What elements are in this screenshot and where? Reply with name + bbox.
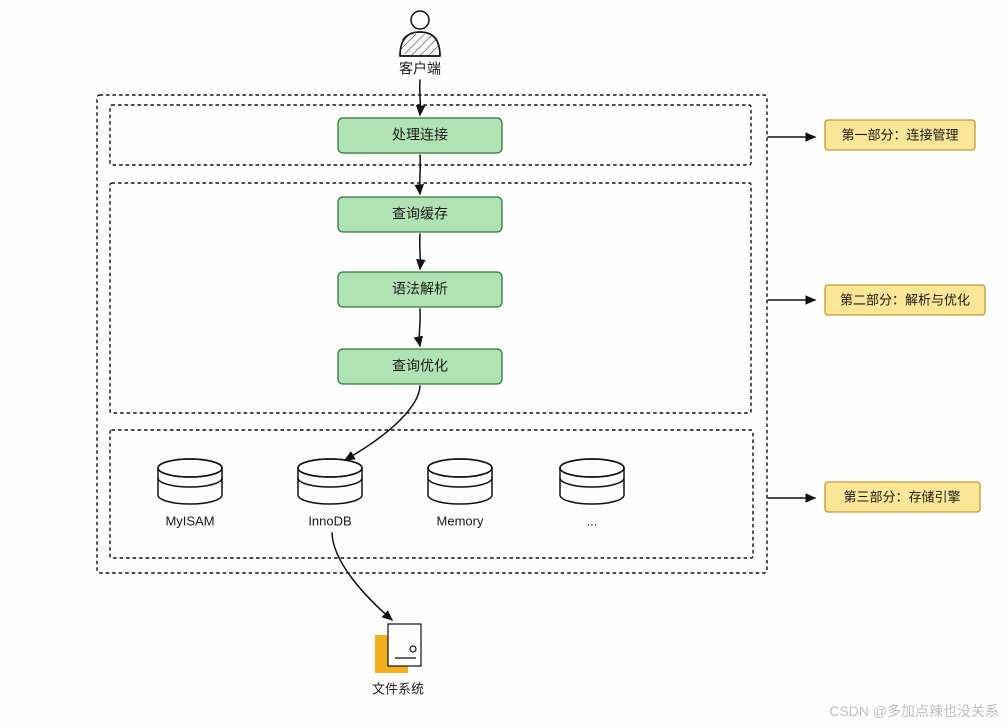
cylinder-memory xyxy=(428,459,492,504)
arrow-parse-to-optimize xyxy=(419,309,420,346)
filesystem-icon xyxy=(375,624,421,673)
cylinder-innodb xyxy=(298,459,362,504)
engine-label-3: ... xyxy=(587,513,598,528)
box-query-optimize-label: 查询优化 xyxy=(392,358,448,374)
client-icon xyxy=(400,11,440,56)
watermark: CSDN @多加点辣也没关系 xyxy=(829,701,999,721)
engine-label-1: InnoDB xyxy=(308,513,351,528)
filesystem-label: 文件系统 xyxy=(372,681,424,696)
arrow-connect-to-cache xyxy=(420,155,421,194)
outer-container xyxy=(97,95,767,573)
box-query-cache-label: 查询缓存 xyxy=(392,206,448,222)
arrow-optimize-to-innodb xyxy=(345,386,420,460)
cylinder-more xyxy=(560,459,624,504)
engine-label-0: MyISAM xyxy=(165,513,214,528)
arrow-innodb-to-fs xyxy=(332,533,392,620)
engine-label-2: Memory xyxy=(437,513,484,528)
caption-part2-label: 第二部分：解析与优化 xyxy=(840,292,970,307)
client-label: 客户端 xyxy=(399,61,441,77)
part3-container xyxy=(110,430,753,558)
caption-part1-label: 第一部分：连接管理 xyxy=(841,127,958,142)
box-syntax-parse-label: 语法解析 xyxy=(392,281,448,297)
arrow-client-to-connect xyxy=(420,80,421,115)
box-handle-connection-label: 处理连接 xyxy=(392,127,448,143)
cylinder-myisam xyxy=(158,459,222,504)
arrow-cache-to-parse xyxy=(420,234,421,269)
caption-part3-label: 第三部分：存储引擎 xyxy=(843,489,960,504)
